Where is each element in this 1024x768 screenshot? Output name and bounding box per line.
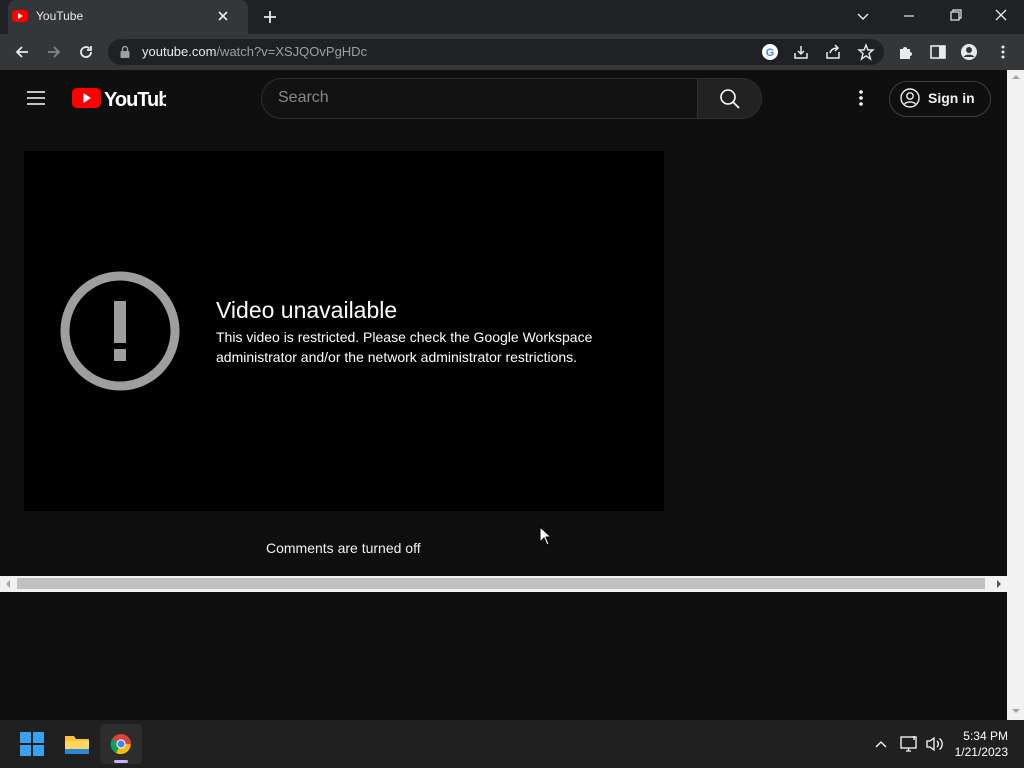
scroll-left-icon[interactable]: [4, 579, 12, 589]
network-icon[interactable]: [900, 735, 920, 753]
forward-icon[interactable]: [44, 42, 64, 62]
file-explorer-icon[interactable]: [64, 732, 90, 756]
reload-icon[interactable]: [76, 42, 96, 62]
scroll-right-icon[interactable]: [995, 579, 1003, 589]
close-window-icon[interactable]: [989, 6, 1013, 26]
mouse-cursor-icon: [539, 526, 551, 546]
url-text[interactable]: youtube.com/watch?v=XSJQOvPgHDc: [142, 44, 367, 59]
restore-icon[interactable]: [943, 6, 967, 26]
youtube-logo-text: YouTube: [104, 89, 166, 110]
active-app-indicator: [114, 760, 128, 763]
search-icon: [719, 88, 741, 110]
lock-icon[interactable]: [119, 45, 131, 59]
tab-search-icon[interactable]: [851, 6, 875, 26]
url-path: /watch?v=XSJQOvPgHDc: [216, 44, 368, 59]
search-placeholder: Search: [278, 89, 329, 106]
horizontal-scroll-thumb[interactable]: [17, 578, 985, 589]
windows-taskbar: [0, 720, 1024, 768]
chrome-icon: [110, 733, 132, 755]
scroll-down-icon[interactable]: [1011, 707, 1021, 715]
minimize-icon[interactable]: [897, 6, 921, 26]
youtube-logo[interactable]: YouTube: [72, 86, 166, 110]
page-blank-area: [0, 592, 1007, 720]
error-message: This video is restricted. Please check t…: [216, 329, 593, 365]
new-tab-icon[interactable]: [260, 7, 280, 27]
settings-more-icon[interactable]: [851, 88, 871, 108]
scroll-up-icon[interactable]: [1011, 73, 1021, 81]
chrome-menu-icon[interactable]: [994, 43, 1012, 61]
error-exclamation-icon: [60, 271, 180, 391]
svg-text:G: G: [766, 47, 775, 59]
profile-icon[interactable]: [960, 43, 978, 61]
clock-time[interactable]: 5:34 PM: [940, 729, 1008, 743]
clock-date[interactable]: 1/21/2023: [940, 745, 1008, 759]
show-hidden-icons-icon[interactable]: [874, 737, 888, 751]
error-title: Video unavailable: [216, 297, 398, 323]
back-icon[interactable]: [12, 42, 32, 62]
side-panel-icon[interactable]: [929, 43, 947, 61]
account-circle-icon: [900, 88, 920, 108]
extensions-icon[interactable]: [897, 43, 915, 61]
sign-in-label: Sign in: [928, 90, 975, 106]
windows-start-icon[interactable]: [20, 732, 44, 756]
tab-title: YouTube: [36, 9, 84, 23]
url-host: youtube.com: [142, 44, 217, 59]
comments-status: Comments are turned off: [266, 540, 421, 556]
share-icon[interactable]: [824, 43, 842, 61]
hamburger-menu-icon[interactable]: [26, 88, 46, 108]
vertical-scrollbar[interactable]: [1007, 70, 1024, 720]
close-tab-icon[interactable]: [216, 9, 230, 23]
youtube-favicon-icon: [12, 10, 28, 22]
bookmark-star-icon[interactable]: [857, 43, 875, 61]
install-app-icon[interactable]: [792, 43, 810, 61]
google-icon[interactable]: G: [761, 43, 779, 61]
